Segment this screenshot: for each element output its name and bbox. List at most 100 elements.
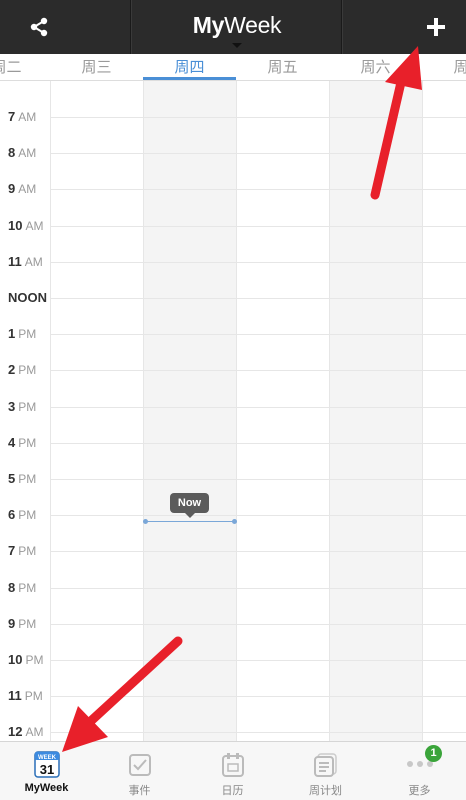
am-pm-label: PM <box>18 617 37 631</box>
am-pm-label: AM <box>18 110 37 124</box>
hour-label: 5 PM <box>0 471 50 487</box>
app-title: MyWeek <box>193 12 282 39</box>
hour-number: 7 <box>8 109 16 124</box>
day-tab[interactable]: 周五 <box>236 54 329 81</box>
tab-more[interactable]: 1 更多 <box>373 742 466 800</box>
column-divider <box>422 81 423 741</box>
hour-number: 11 <box>8 688 22 703</box>
day-tab[interactable]: 周六 <box>329 54 422 81</box>
caret-down-icon <box>232 43 242 48</box>
app-title-bold: My <box>192 12 225 38</box>
hour-gridline <box>50 588 466 589</box>
am-pm-label: PM <box>18 436 37 450</box>
top-bar: MyWeek <box>0 0 466 54</box>
am-pm-label: AM <box>25 725 44 739</box>
current-time-line <box>143 519 237 524</box>
hour-label: 1 PM <box>0 326 50 342</box>
hour-gridline <box>50 443 466 444</box>
weekend-column <box>329 81 422 741</box>
am-pm-label: PM <box>18 508 37 522</box>
hour-gridline <box>50 515 466 516</box>
tab-label: 周计划 <box>309 785 342 797</box>
hour-gridline <box>50 696 466 697</box>
column-divider <box>329 81 330 741</box>
hour-number: 10 <box>8 652 23 667</box>
hour-gridline <box>50 298 466 299</box>
hour-label: 8 AM <box>0 145 50 161</box>
hour-gridline <box>50 624 466 625</box>
am-pm-label: PM <box>18 327 37 341</box>
am-pm-label: PM <box>18 581 37 595</box>
hour-label: 11 PM <box>0 688 50 704</box>
hour-label: 8 PM <box>0 580 50 596</box>
bottom-tab-bar: WEEK 31 MyWeek 事件 日历 周计划 1 更多 <box>0 741 466 800</box>
today-column <box>143 81 236 741</box>
calendar-icon <box>221 753 244 777</box>
hour-gridline <box>50 117 466 118</box>
app-title-dropdown[interactable]: MyWeek <box>131 0 343 54</box>
share-button[interactable] <box>0 0 78 54</box>
am-pm-label: PM <box>18 472 37 486</box>
tab-myweek[interactable]: WEEK 31 MyWeek <box>0 742 93 800</box>
selected-day-indicator <box>143 77 236 80</box>
week-time-grid[interactable]: 7 AM 8 AM 9 AM 10 AM 11 AM NOON 1 PM 2 PM 3 PM 4 PM 5 PM 6 PM 7… <box>0 81 466 741</box>
hour-label: 6 PM <box>0 507 50 523</box>
hour-label: 9 PM <box>0 616 50 632</box>
hour-gridline <box>50 153 466 154</box>
hour-label: 10 AM <box>0 218 50 234</box>
tab-week-plan[interactable]: 周计划 <box>279 742 372 800</box>
hour-number: 4 <box>8 435 16 450</box>
hour-gridline <box>50 732 466 733</box>
now-tooltip: Now <box>170 493 209 518</box>
day-tab[interactable]: 周日 <box>422 54 466 81</box>
column-divider <box>236 81 237 741</box>
hour-number: 2 <box>8 362 16 377</box>
hour-gridline <box>50 262 466 263</box>
hour-label: NOON <box>0 290 50 306</box>
hour-number: 6 <box>8 507 16 522</box>
column-divider <box>143 81 144 741</box>
am-pm-label: PM <box>18 363 37 377</box>
am-pm-label: PM <box>18 400 37 414</box>
hour-gridline <box>50 407 466 408</box>
calendar-week-icon: WEEK 31 <box>33 751 60 778</box>
hour-number: 11 <box>8 254 22 269</box>
divider <box>341 0 342 54</box>
hour-label: 9 AM <box>0 181 50 197</box>
hour-number: 9 <box>8 616 16 631</box>
tab-label: 更多 <box>408 785 431 797</box>
am-pm-label: AM <box>18 182 37 196</box>
am-pm-label: AM <box>18 146 37 160</box>
plus-icon <box>427 18 445 36</box>
checkbox-icon <box>128 754 151 776</box>
hour-number: 8 <box>8 145 16 160</box>
hour-gridline <box>50 334 466 335</box>
hour-number: 1 <box>8 326 16 341</box>
column-divider <box>50 81 51 741</box>
tab-label: 事件 <box>128 785 151 797</box>
am-pm-label: PM <box>25 653 44 667</box>
hour-number: 7 <box>8 543 16 558</box>
tab-calendar[interactable]: 日历 <box>186 742 279 800</box>
tab-events[interactable]: 事件 <box>93 742 186 800</box>
hour-gridline <box>50 551 466 552</box>
hour-label: 4 PM <box>0 435 50 451</box>
hour-number: 8 <box>8 580 16 595</box>
notification-badge: 1 <box>425 745 442 762</box>
hour-label: 11 AM <box>0 254 50 270</box>
day-tab[interactable]: 周二 <box>0 54 53 81</box>
hour-gridline <box>50 226 466 227</box>
add-event-button[interactable] <box>406 0 466 54</box>
app-title-regular: Week <box>224 12 282 38</box>
am-pm-label: PM <box>24 689 43 703</box>
hour-label: 2 PM <box>0 362 50 378</box>
hour-gridline <box>50 189 466 190</box>
hour-number: NOON <box>8 290 47 305</box>
am-pm-label: PM <box>18 544 37 558</box>
hour-label: 10 PM <box>0 652 50 668</box>
hour-label: 7 AM <box>0 109 50 125</box>
calendar-icon-number: 31 <box>39 762 53 777</box>
am-pm-label: AM <box>25 219 44 233</box>
day-tab[interactable]: 周三 <box>50 54 143 81</box>
hour-gridline <box>50 370 466 371</box>
